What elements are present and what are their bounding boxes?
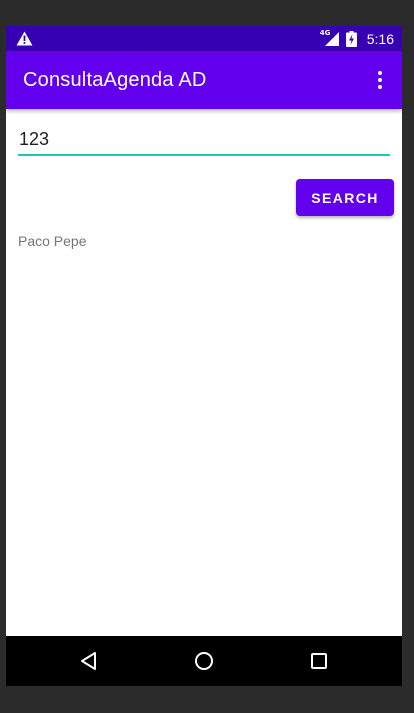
battery-icon: [345, 30, 357, 47]
more-vert-icon[interactable]: [368, 66, 392, 94]
result-text: Paco Pepe: [18, 233, 87, 249]
back-icon[interactable]: [77, 649, 101, 673]
recents-icon[interactable]: [307, 649, 331, 673]
menu-dot: [378, 78, 382, 82]
app-bar: ConsultaAgenda AD: [6, 51, 402, 109]
device-frame: 4G 5:16 ConsultaAgenda AD 123 SEARCH Pac…: [0, 0, 414, 713]
search-button[interactable]: SEARCH: [296, 179, 394, 216]
status-icons: 4G 5:16: [320, 26, 394, 51]
signal-icon: 4G: [320, 29, 340, 47]
phone-screen: 4G 5:16 ConsultaAgenda AD 123 SEARCH Pac…: [6, 26, 402, 686]
search-input[interactable]: [18, 126, 390, 156]
menu-dot: [378, 85, 382, 89]
home-icon[interactable]: [192, 649, 216, 673]
status-time: 5:16: [366, 30, 394, 47]
menu-dot: [378, 71, 382, 75]
status-bar: 4G 5:16: [6, 26, 402, 51]
navigation-bar: [6, 636, 402, 686]
app-title: ConsultaAgenda AD: [23, 69, 207, 91]
warning-icon: [16, 31, 33, 46]
